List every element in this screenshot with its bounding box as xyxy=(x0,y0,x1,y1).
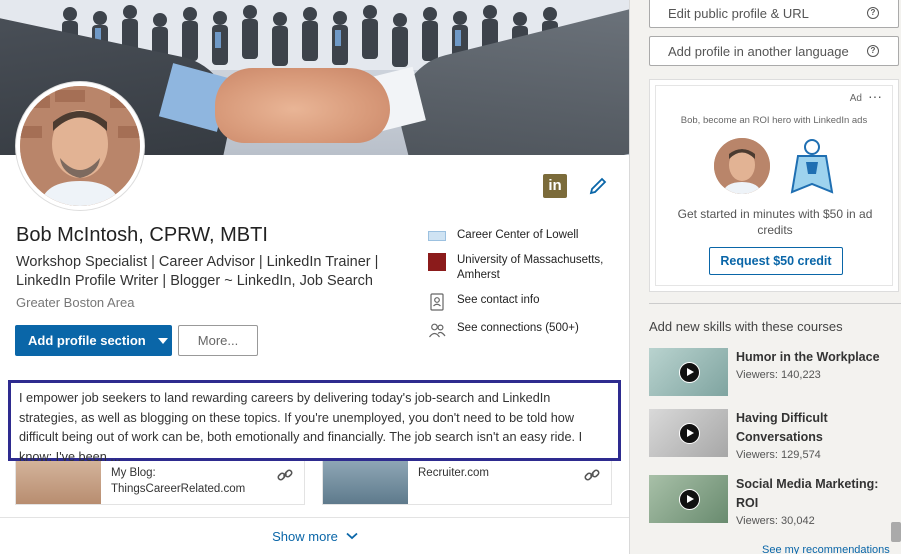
company-logo-icon xyxy=(428,231,446,241)
linkedin-logo-icon[interactable]: in xyxy=(543,174,567,198)
rail-divider xyxy=(649,303,901,304)
help-icon[interactable]: ? xyxy=(867,45,879,57)
play-icon xyxy=(679,489,700,510)
course-thumbnail xyxy=(649,409,728,457)
profile-side-links: Career Center of Lowell University of Ma… xyxy=(428,228,618,349)
connections-link[interactable]: See connections (500+) xyxy=(428,321,618,339)
profile-card: in Bob McIntosh, CPRW, MBTI Workshop Spe… xyxy=(0,0,630,554)
profile-location: Greater Boston Area xyxy=(16,295,135,310)
play-icon xyxy=(679,362,700,383)
course-info: Social Media Marketing: ROI Viewers: 30,… xyxy=(728,475,899,527)
ad-avatar-image xyxy=(714,138,770,194)
recruiter-media-title: Recruiter.com xyxy=(418,467,489,479)
profile-summary[interactable]: I empower job seekers to land rewarding … xyxy=(8,380,621,464)
edit-public-profile-button[interactable]: Edit public profile & URL ? xyxy=(649,0,899,28)
help-icon[interactable]: ? xyxy=(867,7,879,19)
recruiter-thumbnail xyxy=(323,461,408,504)
see-recommendations-link[interactable]: See my recommendations xyxy=(762,544,890,554)
education-label: University of Massachusetts, Amherst xyxy=(457,254,604,281)
current-company-label: Career Center of Lowell xyxy=(457,229,579,241)
course-info: Having Difficult Conversations Viewers: … xyxy=(728,409,899,461)
course-viewers: Viewers: 140,223 xyxy=(736,369,821,381)
profile-name: Bob McIntosh, CPRW, MBTI xyxy=(16,224,268,246)
scrollbar-thumb[interactable] xyxy=(891,522,901,542)
handshake xyxy=(215,68,390,143)
chevron-down-icon xyxy=(346,532,358,540)
request-credit-button[interactable]: Request $50 credit xyxy=(709,247,843,275)
course-item[interactable]: Social Media Marketing: ROI Viewers: 30,… xyxy=(649,475,899,527)
add-profile-section-button[interactable]: Add profile section xyxy=(15,325,172,356)
profile-headline: Workshop Specialist | Career Advisor | L… xyxy=(16,254,379,289)
people-icon xyxy=(429,323,446,338)
more-button[interactable]: More... xyxy=(178,325,258,356)
course-info: Humor in the Workplace Viewers: 140,223 xyxy=(728,348,880,398)
course-item[interactable]: Humor in the Workplace Viewers: 140,223 xyxy=(649,348,899,398)
course-item[interactable]: Having Difficult Conversations Viewers: … xyxy=(649,409,899,461)
course-viewers: Viewers: 129,574 xyxy=(736,449,821,461)
ad-label: Ad xyxy=(849,93,862,104)
course-thumbnail xyxy=(649,348,728,396)
show-more-button[interactable]: Show more xyxy=(0,517,629,554)
blog-thumbnail xyxy=(16,461,101,504)
pencil-edit-icon[interactable] xyxy=(588,176,608,196)
caret-down-icon xyxy=(157,337,168,344)
ad-description: Get started in minutes with $50 in ad cr… xyxy=(677,207,873,237)
course-title: Having Difficult Conversations xyxy=(736,411,828,444)
contact-info-label: See contact info xyxy=(457,294,540,306)
connections-label: See connections (500+) xyxy=(457,322,579,334)
media-item-blog[interactable]: My Blog: ThingsCareerRelated.com xyxy=(15,461,305,505)
superhero-icon xyxy=(790,139,834,194)
courses-section-title: Add new skills with these courses xyxy=(649,319,843,334)
add-profile-section-label: Add profile section xyxy=(28,333,146,348)
ad-avatar xyxy=(714,138,770,194)
course-title: Humor in the Workplace xyxy=(736,350,880,364)
blog-media-title: My Blog: ThingsCareerRelated.com xyxy=(111,467,246,495)
media-item-recruiter[interactable]: Recruiter.com xyxy=(322,461,612,505)
add-language-label: Add profile in another language xyxy=(668,43,849,59)
profile-page: in Bob McIntosh, CPRW, MBTI Workshop Spe… xyxy=(0,0,901,554)
course-viewers: Viewers: 30,042 xyxy=(736,515,815,527)
course-thumbnail xyxy=(649,475,728,523)
current-company-link[interactable]: Career Center of Lowell xyxy=(428,228,618,243)
university-logo-icon xyxy=(428,253,446,271)
play-icon xyxy=(679,423,700,444)
link-icon xyxy=(584,469,600,481)
ad-inner: Ad ··· Bob, become an ROI hero with Link… xyxy=(655,85,893,286)
link-icon xyxy=(277,469,293,481)
contact-card-icon xyxy=(430,293,444,311)
ad-tagline: Bob, become an ROI hero with LinkedIn ad… xyxy=(680,115,868,126)
course-title: Social Media Marketing: ROI xyxy=(736,477,879,510)
more-options-icon[interactable]: ··· xyxy=(868,88,882,104)
profile-photo[interactable] xyxy=(16,82,144,210)
show-more-label: Show more xyxy=(272,528,338,544)
edit-public-profile-label: Edit public profile & URL xyxy=(668,5,809,21)
profile-photo-image xyxy=(20,86,140,206)
ad-card: Ad ··· Bob, become an ROI hero with Link… xyxy=(649,79,899,292)
education-link[interactable]: University of Massachusetts, Amherst xyxy=(428,253,618,283)
right-rail: Edit public profile & URL ? Add profile … xyxy=(630,0,901,554)
contact-info-link[interactable]: See contact info xyxy=(428,293,618,311)
add-language-profile-button[interactable]: Add profile in another language ? xyxy=(649,36,899,66)
